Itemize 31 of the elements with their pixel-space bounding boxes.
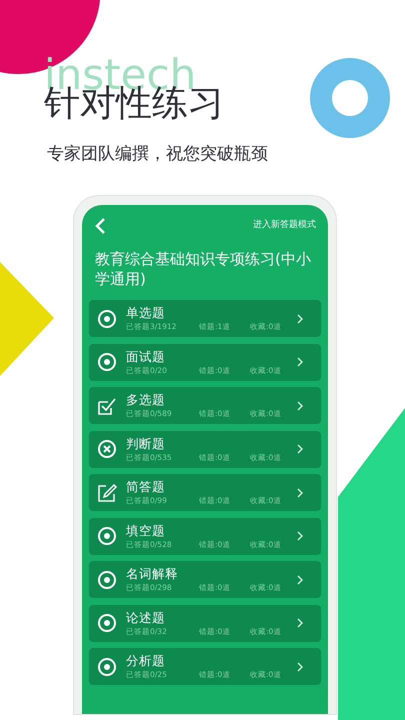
- item-title: 判断题: [126, 436, 166, 452]
- item-title: 名词解释: [126, 566, 179, 582]
- screen-title: 教育综合基础知识专项练习(中小学通用): [94, 249, 312, 289]
- chevron-right-icon: [297, 574, 303, 584]
- item-title: 单选题: [126, 305, 166, 321]
- item-title: 面试题: [126, 348, 166, 364]
- new-mode-link[interactable]: 进入新答题模式: [253, 219, 316, 233]
- chevron-right-icon: [297, 662, 303, 672]
- radio-icon: [97, 656, 117, 676]
- item-title: 填空题: [126, 522, 166, 538]
- back-button[interactable]: [94, 217, 106, 235]
- chevron-right-icon: [297, 444, 303, 454]
- item-title: 分析题: [126, 653, 166, 669]
- cross-icon: [97, 439, 117, 459]
- edit-icon: [97, 482, 117, 502]
- radio-icon: [97, 570, 117, 590]
- chevron-right-icon: [297, 618, 303, 628]
- chevron-right-icon: [297, 488, 303, 498]
- radio-icon: [97, 308, 117, 328]
- item-title: 简答题: [126, 479, 166, 495]
- radio-icon: [97, 526, 117, 546]
- chevron-right-icon: [297, 531, 303, 541]
- chevron-right-icon: [297, 314, 303, 324]
- chevron-right-icon: [297, 357, 303, 367]
- item-title: 多选题: [126, 392, 166, 408]
- chevron-right-icon: [297, 400, 303, 410]
- radio-icon: [97, 613, 117, 633]
- subtitle: 专家团队编撰，祝您突破瓶颈: [47, 146, 268, 163]
- radio-icon: [97, 352, 117, 372]
- checkbox-icon: [97, 396, 117, 416]
- item-title: 论述题: [126, 610, 166, 626]
